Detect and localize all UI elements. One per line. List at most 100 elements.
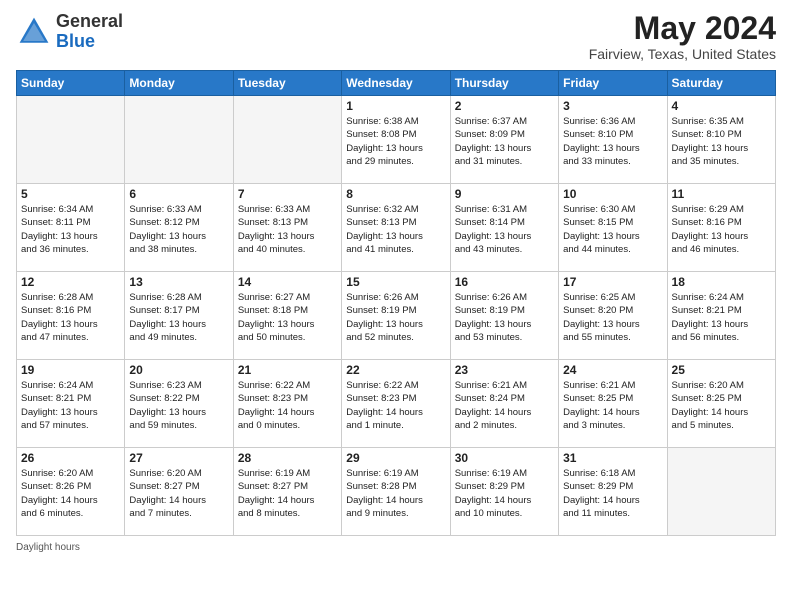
day-info: Sunrise: 6:19 AM Sunset: 8:27 PM Dayligh… <box>238 467 337 520</box>
location: Fairview, Texas, United States <box>589 46 776 62</box>
day-info: Sunrise: 6:20 AM Sunset: 8:26 PM Dayligh… <box>21 467 120 520</box>
day-number: 11 <box>672 187 771 201</box>
calendar-cell: 17 Sunrise: 6:25 AM Sunset: 8:20 PM Dayli… <box>559 272 667 360</box>
calendar-cell: 21Sunrise: 6:22 AM Sunset: 8:23 PM Dayli… <box>233 360 341 448</box>
day-header-friday: Friday <box>559 71 667 96</box>
day-number: 24 <box>563 363 662 377</box>
calendar-cell: 20 Sunrise: 6:23 AM Sunset: 8:22 PM Dayli… <box>125 360 233 448</box>
logo-text: General Blue <box>56 12 123 52</box>
day-number: 2 <box>455 99 554 113</box>
calendar-cell: 10 Sunrise: 6:30 AM Sunset: 8:15 PM Dayli… <box>559 184 667 272</box>
day-info: Sunrise: 6:20 AM Sunset: 8:25 PM Dayligh… <box>672 379 771 432</box>
calendar: SundayMondayTuesdayWednesdayThursdayFrid… <box>16 70 776 536</box>
day-info: Sunrise: 6:30 AM Sunset: 8:15 PM Dayligh… <box>563 203 662 256</box>
calendar-cell: 12 Sunrise: 6:28 AM Sunset: 8:16 PM Dayli… <box>17 272 125 360</box>
day-info: Sunrise: 6:22 AM Sunset: 8:23 PM Dayligh… <box>238 379 337 432</box>
day-info: Sunrise: 6:26 AM Sunset: 8:19 PM Dayligh… <box>455 291 554 344</box>
day-number: 14 <box>238 275 337 289</box>
day-number: 8 <box>346 187 445 201</box>
day-info: Sunrise: 6:24 AM Sunset: 8:21 PM Dayligh… <box>21 379 120 432</box>
calendar-cell <box>667 448 775 536</box>
day-number: 22 <box>346 363 445 377</box>
calendar-cell: 6 Sunrise: 6:33 AM Sunset: 8:12 PM Daylig… <box>125 184 233 272</box>
calendar-cell: 5Sunrise: 6:34 AM Sunset: 8:11 PM Daylig… <box>17 184 125 272</box>
day-header-tuesday: Tuesday <box>233 71 341 96</box>
day-header-monday: Monday <box>125 71 233 96</box>
calendar-cell: 13Sunrise: 6:28 AM Sunset: 8:17 PM Dayli… <box>125 272 233 360</box>
calendar-cell: 19 Sunrise: 6:24 AM Sunset: 8:21 PM Dayli… <box>17 360 125 448</box>
logo: General Blue <box>16 12 123 52</box>
day-info: Sunrise: 6:25 AM Sunset: 8:20 PM Dayligh… <box>563 291 662 344</box>
day-info: Sunrise: 6:20 AM Sunset: 8:27 PM Dayligh… <box>129 467 228 520</box>
day-number: 29 <box>346 451 445 465</box>
calendar-cell: 1Sunrise: 6:38 AM Sunset: 8:08 PM Daylig… <box>342 96 450 184</box>
day-number: 16 <box>455 275 554 289</box>
day-info: Sunrise: 6:18 AM Sunset: 8:29 PM Dayligh… <box>563 467 662 520</box>
day-info: Sunrise: 6:21 AM Sunset: 8:25 PM Dayligh… <box>563 379 662 432</box>
day-info: Sunrise: 6:24 AM Sunset: 8:21 PM Dayligh… <box>672 291 771 344</box>
day-info: Sunrise: 6:37 AM Sunset: 8:09 PM Dayligh… <box>455 115 554 168</box>
day-number: 26 <box>21 451 120 465</box>
day-info: Sunrise: 6:22 AM Sunset: 8:23 PM Dayligh… <box>346 379 445 432</box>
day-header-sunday: Sunday <box>17 71 125 96</box>
day-number: 19 <box>21 363 120 377</box>
day-number: 31 <box>563 451 662 465</box>
calendar-cell: 29 Sunrise: 6:19 AM Sunset: 8:28 PM Dayli… <box>342 448 450 536</box>
calendar-cell: 14 Sunrise: 6:27 AM Sunset: 8:18 PM Dayli… <box>233 272 341 360</box>
calendar-cell: 3Sunrise: 6:36 AM Sunset: 8:10 PM Daylig… <box>559 96 667 184</box>
day-info: Sunrise: 6:26 AM Sunset: 8:19 PM Dayligh… <box>346 291 445 344</box>
title-block: May 2024 Fairview, Texas, United States <box>589 12 776 62</box>
day-info: Sunrise: 6:33 AM Sunset: 8:13 PM Dayligh… <box>238 203 337 256</box>
day-info: Sunrise: 6:23 AM Sunset: 8:22 PM Dayligh… <box>129 379 228 432</box>
day-number: 23 <box>455 363 554 377</box>
calendar-cell: 15 Sunrise: 6:26 AM Sunset: 8:19 PM Dayli… <box>342 272 450 360</box>
day-number: 9 <box>455 187 554 201</box>
day-info: Sunrise: 6:29 AM Sunset: 8:16 PM Dayligh… <box>672 203 771 256</box>
calendar-cell <box>233 96 341 184</box>
day-info: Sunrise: 6:28 AM Sunset: 8:17 PM Dayligh… <box>129 291 228 344</box>
calendar-cell: 2 Sunrise: 6:37 AM Sunset: 8:09 PM Daylig… <box>450 96 558 184</box>
day-info: Sunrise: 6:19 AM Sunset: 8:29 PM Dayligh… <box>455 467 554 520</box>
day-number: 25 <box>672 363 771 377</box>
day-number: 20 <box>129 363 228 377</box>
calendar-week-3: 19 Sunrise: 6:24 AM Sunset: 8:21 PM Dayli… <box>17 360 776 448</box>
calendar-cell: 31 Sunrise: 6:18 AM Sunset: 8:29 PM Dayli… <box>559 448 667 536</box>
day-header-saturday: Saturday <box>667 71 775 96</box>
calendar-cell: 30 Sunrise: 6:19 AM Sunset: 8:29 PM Dayli… <box>450 448 558 536</box>
calendar-week-1: 5Sunrise: 6:34 AM Sunset: 8:11 PM Daylig… <box>17 184 776 272</box>
month-year: May 2024 <box>589 12 776 44</box>
logo-general-text: General <box>56 11 123 31</box>
day-info: Sunrise: 6:27 AM Sunset: 8:18 PM Dayligh… <box>238 291 337 344</box>
calendar-week-2: 12 Sunrise: 6:28 AM Sunset: 8:16 PM Dayli… <box>17 272 776 360</box>
calendar-cell: 18Sunrise: 6:24 AM Sunset: 8:21 PM Dayli… <box>667 272 775 360</box>
day-info: Sunrise: 6:36 AM Sunset: 8:10 PM Dayligh… <box>563 115 662 168</box>
day-number: 6 <box>129 187 228 201</box>
day-info: Sunrise: 6:35 AM Sunset: 8:10 PM Dayligh… <box>672 115 771 168</box>
day-info: Sunrise: 6:19 AM Sunset: 8:28 PM Dayligh… <box>346 467 445 520</box>
calendar-cell: 7 Sunrise: 6:33 AM Sunset: 8:13 PM Daylig… <box>233 184 341 272</box>
calendar-cell: 26 Sunrise: 6:20 AM Sunset: 8:26 PM Dayli… <box>17 448 125 536</box>
logo-blue-text: Blue <box>56 31 95 51</box>
day-number: 4 <box>672 99 771 113</box>
calendar-cell <box>17 96 125 184</box>
day-info: Sunrise: 6:33 AM Sunset: 8:12 PM Dayligh… <box>129 203 228 256</box>
calendar-cell: 11 Sunrise: 6:29 AM Sunset: 8:16 PM Dayli… <box>667 184 775 272</box>
calendar-cell: 4 Sunrise: 6:35 AM Sunset: 8:10 PM Daylig… <box>667 96 775 184</box>
day-info: Sunrise: 6:32 AM Sunset: 8:13 PM Dayligh… <box>346 203 445 256</box>
calendar-cell: 16 Sunrise: 6:26 AM Sunset: 8:19 PM Dayli… <box>450 272 558 360</box>
day-number: 17 <box>563 275 662 289</box>
calendar-header: SundayMondayTuesdayWednesdayThursdayFrid… <box>17 71 776 96</box>
calendar-cell: 24 Sunrise: 6:21 AM Sunset: 8:25 PM Dayli… <box>559 360 667 448</box>
day-number: 10 <box>563 187 662 201</box>
calendar-cell: 27Sunrise: 6:20 AM Sunset: 8:27 PM Dayli… <box>125 448 233 536</box>
calendar-cell: 22 Sunrise: 6:22 AM Sunset: 8:23 PM Dayli… <box>342 360 450 448</box>
day-number: 30 <box>455 451 554 465</box>
day-info: Sunrise: 6:28 AM Sunset: 8:16 PM Dayligh… <box>21 291 120 344</box>
calendar-cell: 8 Sunrise: 6:32 AM Sunset: 8:13 PM Daylig… <box>342 184 450 272</box>
day-number: 15 <box>346 275 445 289</box>
day-headers-row: SundayMondayTuesdayWednesdayThursdayFrid… <box>17 71 776 96</box>
header: General Blue May 2024 Fairview, Texas, U… <box>16 12 776 62</box>
calendar-cell: 9Sunrise: 6:31 AM Sunset: 8:14 PM Daylig… <box>450 184 558 272</box>
day-number: 12 <box>21 275 120 289</box>
day-number: 7 <box>238 187 337 201</box>
